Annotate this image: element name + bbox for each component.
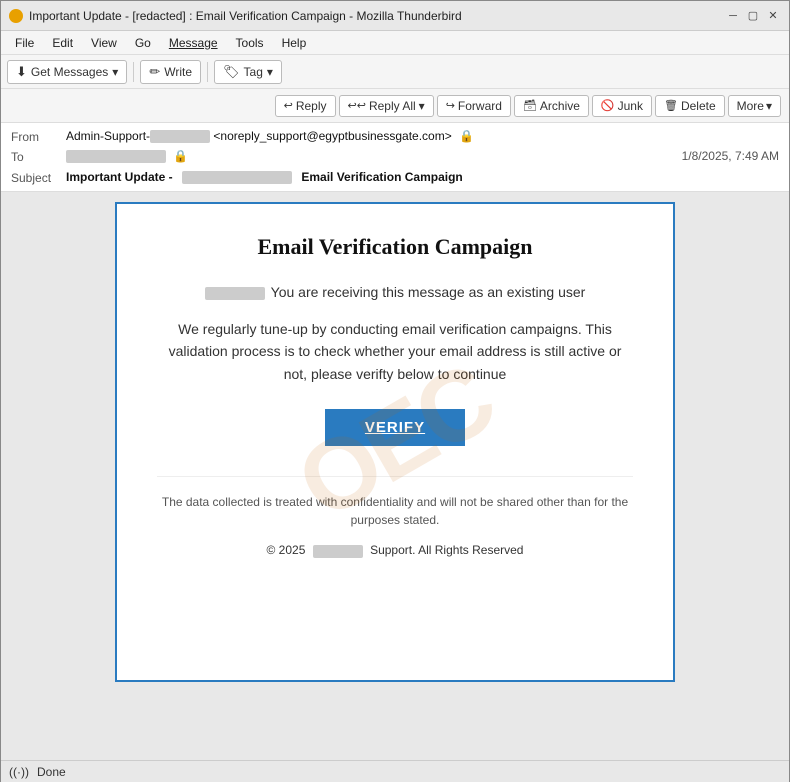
menu-message[interactable]: Message [161,34,226,52]
subject-label: Subject [11,170,66,185]
copyright-symbol: © 2025 [267,543,306,557]
reply-icon: ↩ [284,99,293,112]
footer-copyright: © 2025 Support. All Rights Reserved [157,543,633,557]
action-toolbar: ↩ Reply ↩↩ Reply All ▾ ↪ Forward 🗃 Archi… [1,89,789,123]
minimize-button[interactable]: ─ [725,8,741,24]
junk-label: Junk [618,99,643,113]
menu-bar: File Edit View Go Message Tools Help [1,31,789,55]
forward-label: Forward [458,99,502,113]
sender-security-icon[interactable]: 🔒 [459,129,474,143]
email-greeting: You are receiving this message as an exi… [157,284,633,300]
write-icon: ✏ [149,64,160,80]
get-messages-button[interactable]: ⬇ Get Messages ▾ [7,60,127,84]
menu-edit[interactable]: Edit [44,34,81,52]
subject-prefix: Important Update - [66,170,173,184]
window-title: Important Update - [redacted] : Email Ve… [29,9,462,23]
tag-button[interactable]: 🏷 Tag ▾ [214,60,282,84]
menu-view[interactable]: View [83,34,125,52]
subject-value: Important Update - Email Verification Ca… [66,170,779,184]
forward-icon: ↪ [446,99,455,112]
menu-tools[interactable]: Tools [228,34,272,52]
junk-icon: 🚫 [601,99,615,112]
more-button[interactable]: More ▾ [728,95,781,117]
junk-button[interactable]: 🚫 Junk [592,95,652,117]
copyright-suffix: Support. All Rights Reserved [370,543,523,557]
write-button[interactable]: ✏ Write [140,60,201,84]
delete-icon: 🗑 [664,99,678,112]
toolbar-separator-1 [133,62,134,82]
reply-label: Reply [296,99,327,113]
more-label: More [737,99,764,113]
greeting-text: You are receiving this message as an exi… [271,284,586,300]
subject-row: Subject Important Update - Email Verific… [11,167,779,187]
status-text: Done [37,765,66,779]
window-controls: ─ ▢ ✕ [725,8,781,24]
get-messages-arrow-icon[interactable]: ▾ [112,65,118,79]
verify-button[interactable]: VERIFY [325,409,465,446]
from-row: From Admin-Support- <noreply_support@egy… [11,127,779,147]
from-email: <noreply_support@egyptbusinessgate.com> [213,129,451,143]
to-redacted [66,150,166,163]
get-messages-label: Get Messages [31,65,108,79]
maximize-button[interactable]: ▢ [745,8,761,24]
tag-label: Tag [244,65,263,79]
tag-arrow-icon[interactable]: ▾ [267,65,273,79]
menu-file[interactable]: File [7,34,42,52]
to-value: 🔒 [66,149,682,163]
email-body-paragraph: We regularly tune-up by conducting email… [157,318,633,385]
email-body-area: OEC Email Verification Campaign You are … [1,192,789,760]
archive-button[interactable]: 🗃 Archive [514,95,589,117]
write-label: Write [164,65,192,79]
reply-button[interactable]: ↩ Reply [275,95,336,117]
menu-help[interactable]: Help [274,34,315,52]
email-campaign-title: Email Verification Campaign [157,234,633,260]
greeting-redacted [205,287,265,300]
reply-all-button[interactable]: ↩↩ Reply All ▾ [339,95,434,117]
more-arrow-icon: ▾ [766,99,772,113]
email-headers: From Admin-Support- <noreply_support@egy… [1,123,789,192]
get-messages-icon: ⬇ [16,64,27,80]
main-toolbar: ⬇ Get Messages ▾ ✏ Write 🏷 Tag ▾ [1,55,789,89]
title-bar-left: Important Update - [redacted] : Email Ve… [9,9,462,23]
archive-label: Archive [540,99,580,113]
to-label: To [11,149,66,164]
title-bar: Important Update - [redacted] : Email Ve… [1,1,789,31]
email-footer: The data collected is treated with confi… [157,476,633,557]
tag-icon: 🏷 [223,64,240,80]
verify-container: VERIFY [157,409,633,446]
to-row: To 🔒 1/8/2025, 7:49 AM [11,147,779,167]
to-security-icon[interactable]: 🔒 [173,149,188,163]
status-bar: ((·)) Done [1,760,789,782]
archive-icon: 🗃 [523,99,537,112]
close-button[interactable]: ✕ [765,8,781,24]
app-icon [9,9,23,23]
toolbar-separator-2 [207,62,208,82]
menu-go[interactable]: Go [127,34,159,52]
from-label: From [11,129,66,144]
wifi-icon: ((·)) [9,765,29,779]
forward-button[interactable]: ↪ Forward [437,95,511,117]
reply-all-icon: ↩↩ [348,99,366,112]
from-redacted [150,130,210,143]
copyright-redacted [313,545,363,558]
footer-confidentiality-text: The data collected is treated with confi… [157,493,633,529]
reply-all-label: Reply All [369,99,416,113]
email-timestamp: 1/8/2025, 7:49 AM [682,149,779,163]
delete-label: Delete [681,99,716,113]
delete-button[interactable]: 🗑 Delete [655,95,725,117]
email-content: OEC Email Verification Campaign You are … [115,202,675,682]
from-display-name: Admin-Support- [66,129,150,143]
subject-suffix: Email Verification Campaign [301,170,462,184]
subject-redacted [182,171,292,184]
reply-all-arrow-icon[interactable]: ▾ [419,99,425,113]
from-value: Admin-Support- <noreply_support@egyptbus… [66,129,779,143]
